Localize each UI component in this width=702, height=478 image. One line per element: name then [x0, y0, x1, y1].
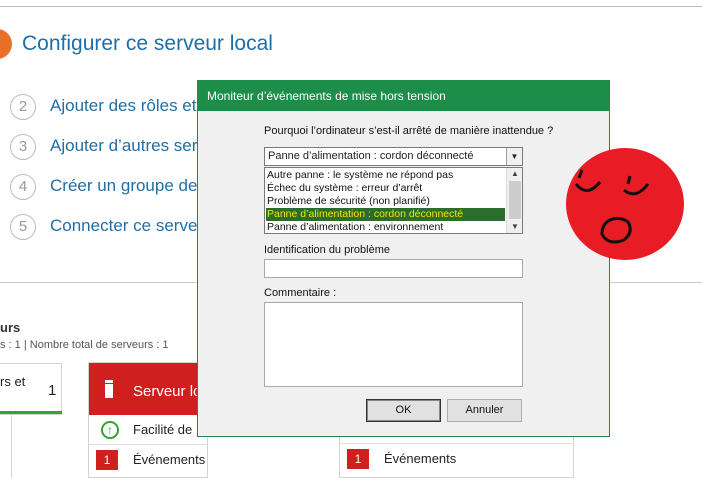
dropdown-value: Panne d’alimentation : cordon déconnecté	[268, 150, 474, 162]
tile-name: rs et	[0, 374, 26, 389]
sleepy-face-sticker	[566, 148, 684, 260]
roles-tile[interactable]: rs et 1	[0, 363, 62, 415]
problem-id-input[interactable]	[264, 259, 523, 278]
tile-row-events[interactable]: 1 Événements	[89, 445, 208, 475]
servers-stats: s : 1 | Nombre total de serveurs : 1	[0, 339, 169, 351]
step-number: 3	[10, 134, 36, 160]
tile-header[interactable]: Serveur lo	[89, 363, 208, 415]
dialog-title[interactable]: Moniteur d’événements de mise hors tensi…	[198, 81, 609, 111]
step-add-servers[interactable]: 3 Ajouter d’autres ser	[10, 134, 210, 164]
step-add-roles[interactable]: 2 Ajouter des rôles et	[10, 94, 210, 124]
reason-option[interactable]: Panne d’alimentation : environnement	[266, 221, 505, 233]
row-label: Facilité de	[133, 422, 193, 437]
current-step-marker	[0, 29, 12, 59]
arrow-up-icon: ↑	[101, 421, 119, 439]
tile-row-manageability[interactable]: ↑ Facilité de	[89, 415, 208, 445]
status-bar	[0, 411, 62, 414]
step-label: Ajouter d’autres ser	[50, 136, 198, 155]
tile-row-events[interactable]: 1 Événements	[340, 443, 574, 473]
tile-count: 1	[48, 382, 57, 399]
step-label: Créer un groupe de	[50, 176, 198, 195]
comment-label: Commentaire :	[264, 287, 337, 299]
step-label: Connecter ce serveu	[50, 216, 207, 235]
step-create-group[interactable]: 4 Créer un groupe de	[10, 174, 210, 204]
top-divider	[0, 6, 702, 7]
page-title[interactable]: Configurer ce serveur local	[22, 32, 273, 56]
scroll-up-icon[interactable]: ▲	[507, 168, 522, 180]
count-badge: 1	[347, 449, 369, 469]
step-number: 5	[10, 214, 36, 240]
step-number: 2	[10, 94, 36, 120]
reason-option[interactable]: Autre panne : le système ne répond pas	[266, 169, 505, 182]
problem-id-label: Identification du problème	[264, 244, 390, 256]
chevron-down-icon[interactable]: ▼	[506, 148, 522, 165]
reason-option[interactable]: Problème de sécurité (non planifié)	[266, 195, 505, 208]
local-server-tile[interactable]: Serveur lo ↑ Facilité de 1 Événements	[88, 362, 208, 478]
step-number: 4	[10, 174, 36, 200]
servers-section-title: urs	[0, 320, 21, 335]
reason-question-label: Pourquoi l’ordinateur s’est-il arrêté de…	[264, 125, 554, 137]
roles-tile-body	[0, 415, 12, 478]
shutdown-event-dialog: Moniteur d’événements de mise hors tensi…	[197, 80, 610, 437]
row-label: Événements	[384, 451, 457, 466]
step-label: Ajouter des rôles et	[50, 96, 197, 115]
scroll-down-icon[interactable]: ▼	[507, 221, 522, 233]
reason-dropdown[interactable]: Panne d’alimentation : cordon déconnecté…	[264, 147, 523, 166]
reason-option-selected[interactable]: Panne d’alimentation : cordon déconnecté	[266, 208, 505, 221]
reason-option[interactable]: Échec du système : erreur d’arrêt	[266, 182, 505, 195]
reason-options-list[interactable]: Autre panne : le système ne répond pas É…	[264, 167, 523, 234]
server-icon	[105, 380, 113, 398]
face-drawing	[574, 169, 650, 244]
row-label: Événements	[133, 452, 206, 467]
cancel-button[interactable]: Annuler	[447, 399, 522, 422]
comment-textarea[interactable]	[264, 302, 523, 387]
scroll-thumb[interactable]	[509, 181, 521, 219]
tile-title: Serveur lo	[133, 383, 202, 400]
ok-button[interactable]: OK	[366, 399, 441, 422]
step-connect-server[interactable]: 5 Connecter ce serveu	[10, 214, 210, 244]
list-scrollbar[interactable]: ▲ ▼	[506, 168, 522, 233]
count-badge: 1	[96, 450, 118, 470]
